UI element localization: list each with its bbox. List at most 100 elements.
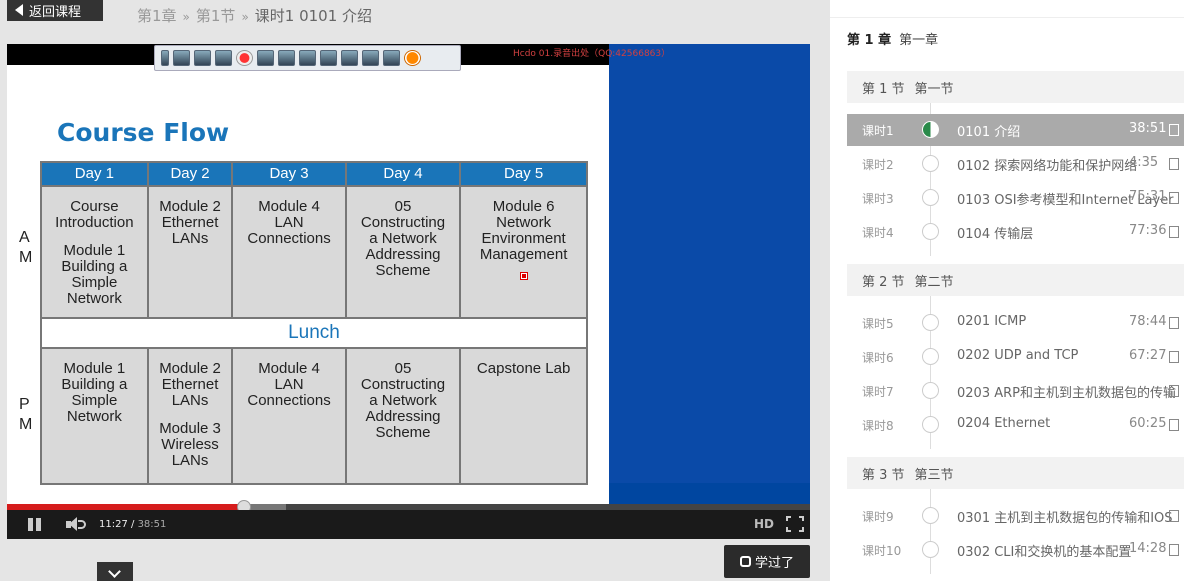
breadcrumb-sep: »	[182, 10, 190, 24]
chapter-header: 第 1 章第一章	[847, 29, 938, 48]
file-icon	[1169, 544, 1179, 556]
progress-circle-icon	[922, 416, 939, 433]
progress-circle-icon	[922, 507, 939, 524]
section-title: 第一节	[914, 81, 954, 97]
lesson-index: 课时7	[862, 385, 894, 399]
pm-session-cell: Module 4 LAN Connections	[231, 347, 347, 485]
breadcrumb-current: 课时1 0101 介绍	[254, 7, 373, 25]
lesson-title: 0101 介绍	[957, 125, 1021, 140]
lesson-item[interactable]: 课时10 0302 CLI和交换机的基本配置 14:28	[847, 534, 1184, 566]
am-session-cell: Module 4 LAN Connections	[231, 185, 347, 319]
day-header: Day 3	[231, 161, 347, 187]
file-icon	[1169, 226, 1179, 238]
toolbar-page-icon[interactable]	[194, 50, 211, 66]
progress-circle-icon	[922, 348, 939, 365]
breadcrumb: 第1章 » 第1节 » 课时1 0101 介绍	[137, 5, 372, 26]
lesson-title: 0102 探索网络功能和保护网络	[957, 159, 1138, 174]
back-arrow-icon	[15, 4, 23, 16]
breadcrumb-chapter[interactable]: 第1章	[137, 7, 177, 25]
video-player[interactable]: Course Flow AM PM Day 1 Day 2 Day 3 Day 4 Da…	[7, 44, 810, 539]
mark-learned-button[interactable]: 学过了	[724, 545, 810, 578]
lesson-item[interactable]: 课时9 0301 主机到主机数据包的传输和IOS	[847, 500, 1184, 532]
lesson-item[interactable]: 课时8 0204 Ethernet 60:25	[847, 409, 1184, 441]
volume-icon[interactable]	[66, 517, 88, 532]
file-icon	[1169, 192, 1179, 204]
lesson-item[interactable]: 课时1 0101 介绍 38:51	[847, 114, 1184, 146]
section-title: 第三节	[914, 467, 954, 483]
lesson-duration: 60:25	[1129, 416, 1167, 431]
lesson-index: 课时2	[862, 158, 894, 172]
section-header: 第 1 节第一节	[847, 71, 1184, 103]
section-header: 第 3 节第三节	[847, 457, 1184, 489]
toolbar-window-icon[interactable]	[341, 50, 358, 66]
day-header: Day 2	[146, 161, 234, 187]
progress-circle-icon	[922, 189, 939, 206]
progress-circle-icon	[922, 155, 939, 172]
toolbar-record-icon[interactable]	[236, 50, 253, 66]
toolbar-screen3-icon[interactable]	[299, 50, 316, 66]
lesson-index: 课时9	[862, 510, 894, 524]
total-time: 38:51	[137, 519, 167, 530]
lesson-index: 课时4	[862, 226, 894, 240]
lesson-item[interactable]: 课时6 0202 UDP and TCP 67:27	[847, 341, 1184, 373]
toolbar-screen4-icon[interactable]	[320, 50, 337, 66]
file-icon	[1169, 317, 1179, 329]
progress-circle-icon	[922, 223, 939, 240]
lesson-duration: 77:36	[1129, 223, 1167, 238]
toolbar-screen1-icon[interactable]	[257, 50, 274, 66]
section-num: 第 2 节	[862, 274, 905, 290]
hd-button[interactable]: HD	[754, 517, 774, 531]
day-header: Day 4	[344, 161, 462, 187]
toolbar-image-icon[interactable]	[383, 50, 400, 66]
lesson-item[interactable]: 课时2 0102 探索网络功能和保护网络 4:35	[847, 148, 1184, 180]
file-icon	[1169, 124, 1179, 136]
toolbar-screen2-icon[interactable]	[278, 50, 295, 66]
breadcrumb-section[interactable]: 第1节	[196, 7, 236, 25]
lesson-item[interactable]: 课时5 0201 ICMP 78:44	[847, 307, 1184, 339]
pm-session-cell: 05 Constructing a Network Addressing Scheme	[344, 347, 462, 485]
lesson-title: 0104 传输层	[957, 227, 1034, 242]
file-icon	[1169, 419, 1179, 431]
player-controls: 11:27 / 38:51 HD	[7, 510, 810, 539]
am-session-cell: Module 2 Ethernet LANs	[146, 185, 234, 319]
toolbar-handle-icon[interactable]	[161, 50, 169, 66]
section-num: 第 3 节	[862, 467, 905, 483]
current-time: 11:27	[99, 519, 128, 530]
file-icon	[1169, 351, 1179, 363]
progress-circle-icon	[922, 121, 939, 138]
time-display: 11:27 / 38:51	[99, 519, 167, 530]
lesson-title: 0201 ICMP	[957, 314, 1027, 329]
pointer-dot	[519, 272, 528, 280]
toolbar-close-icon[interactable]	[404, 50, 421, 66]
back-label: 返回课程	[29, 5, 82, 20]
lesson-index: 课时3	[862, 192, 894, 206]
lesson-item[interactable]: 课时4 0104 传输层 77:36	[847, 216, 1184, 248]
am-session-cell: Module 6 Network Environment Management	[459, 185, 588, 319]
chevron-down-icon[interactable]	[97, 562, 133, 581]
fullscreen-icon[interactable]	[786, 516, 804, 532]
watermark-text: Hcdo 01.录音出处（QQ:42566863）	[513, 49, 671, 59]
lesson-duration: 67:27	[1129, 348, 1167, 363]
lesson-item[interactable]: 课时3 0103 OSI参考模型和Internet Layer 75:31	[847, 182, 1184, 214]
lesson-duration: 14:28	[1129, 541, 1167, 556]
lesson-title: 0203 ARP和主机到主机数据包的传输	[957, 386, 1176, 401]
am-session-cell: Course Introduction Module 1 Building a Simp…	[40, 185, 149, 319]
progress-circle-icon	[922, 541, 939, 558]
lunch-cell: Lunch	[40, 317, 588, 349]
toolbar-select-icon[interactable]	[173, 50, 190, 66]
pause-icon[interactable]	[28, 518, 42, 531]
toolbar-pen-icon[interactable]	[215, 50, 232, 66]
course-flow-table: Day 1 Day 2 Day 3 Day 4 Day 5 Course Introduc…	[40, 161, 588, 485]
chapter-num: 第 1 章	[847, 33, 892, 48]
back-to-course-button[interactable]: 返回课程	[7, 0, 103, 21]
file-icon	[1169, 510, 1179, 522]
file-icon	[1169, 385, 1179, 397]
lesson-item[interactable]: 课时7 0203 ARP和主机到主机数据包的传输	[847, 375, 1184, 407]
annotation-toolbar[interactable]	[154, 45, 461, 71]
lesson-index: 课时8	[862, 419, 894, 433]
toolbar-monitor-icon[interactable]	[362, 50, 379, 66]
lesson-title: 0204 Ethernet	[957, 416, 1051, 431]
mark-learned-label: 学过了	[754, 556, 794, 571]
pm-session-cell: Capstone Lab	[459, 347, 588, 485]
progress-circle-icon	[922, 314, 939, 331]
